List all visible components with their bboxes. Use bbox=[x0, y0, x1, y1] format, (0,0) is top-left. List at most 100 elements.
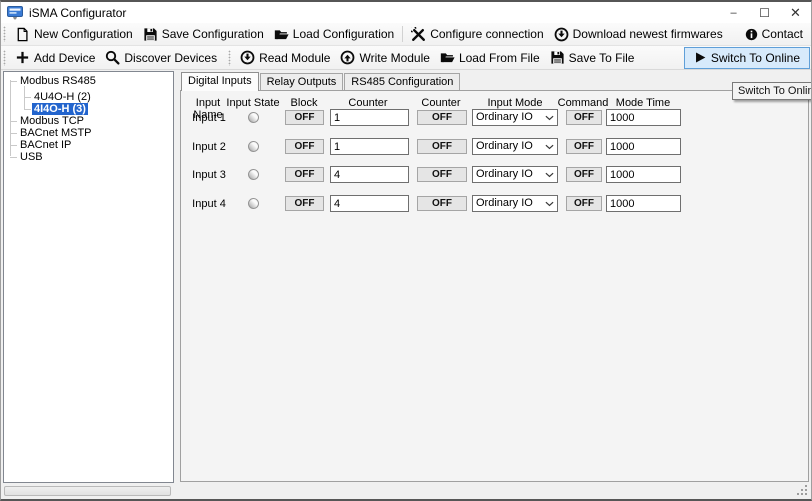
save-icon bbox=[143, 27, 158, 42]
block-input-toggle-button[interactable]: OFF bbox=[285, 167, 324, 182]
input-name-label: Input 2 bbox=[183, 137, 235, 157]
tab-relay-outputs[interactable]: Relay Outputs bbox=[260, 73, 344, 90]
tab-strip: Digital Inputs Relay Outputs RS485 Confi… bbox=[180, 71, 809, 90]
input-row-2: Input 2 OFF OFF Ordinary IO OFF bbox=[181, 137, 808, 157]
tab-rs485-configuration[interactable]: RS485 Configuration bbox=[344, 73, 460, 90]
switch-to-online-button[interactable]: Switch To Online bbox=[684, 47, 810, 69]
new-configuration-button[interactable]: New Configuration bbox=[10, 24, 138, 44]
chevron-down-icon bbox=[545, 172, 554, 178]
download-firmwares-label: Download newest firmwares bbox=[573, 27, 723, 41]
status-bar bbox=[1, 485, 811, 498]
add-device-label: Add Device bbox=[34, 51, 95, 65]
mode-time-input[interactable] bbox=[606, 195, 681, 212]
counter-reset-button[interactable]: OFF bbox=[417, 167, 467, 182]
load-from-file-label: Load From File bbox=[459, 51, 540, 65]
configure-connection-button[interactable]: Configure connection bbox=[406, 24, 548, 44]
close-button[interactable]: ✕ bbox=[780, 2, 811, 23]
toolbar-separator bbox=[402, 26, 403, 42]
download-circle-icon bbox=[240, 50, 255, 65]
block-input-toggle-button[interactable]: OFF bbox=[285, 139, 324, 154]
tree-item-usb[interactable]: USB bbox=[4, 150, 173, 163]
write-module-button[interactable]: Write Module bbox=[335, 48, 434, 68]
window-controls: – ☐ ✕ bbox=[718, 2, 811, 23]
command-button[interactable]: OFF bbox=[566, 167, 602, 182]
toolbar-grip[interactable] bbox=[3, 50, 6, 66]
contact-button[interactable]: Contact bbox=[740, 24, 808, 44]
window-title: iSMA Configurator bbox=[29, 6, 126, 20]
chevron-down-icon bbox=[545, 144, 554, 150]
main-area: Modbus RS485 4U4O-H (2) 4I4O-H (3) Modbu… bbox=[1, 70, 811, 485]
counter-reset-button[interactable]: OFF bbox=[417, 110, 467, 125]
input-state-led bbox=[248, 112, 259, 123]
counter-input[interactable] bbox=[330, 195, 409, 212]
status-progress-bar bbox=[4, 486, 171, 496]
discover-devices-button[interactable]: Discover Devices bbox=[100, 48, 222, 68]
counter-input[interactable] bbox=[330, 166, 409, 183]
input-row-3: Input 3 OFF OFF Ordinary IO OFF bbox=[181, 165, 808, 185]
load-from-file-button[interactable]: Load From File bbox=[435, 48, 545, 68]
title-bar: iSMA Configurator – ☐ ✕ bbox=[1, 2, 811, 23]
block-input-toggle-button[interactable]: OFF bbox=[285, 110, 324, 125]
read-module-button[interactable]: Read Module bbox=[235, 48, 335, 68]
read-module-label: Read Module bbox=[259, 51, 330, 65]
load-configuration-label: Load Configuration bbox=[293, 27, 394, 41]
tab-digital-inputs[interactable]: Digital Inputs bbox=[181, 72, 259, 91]
command-button[interactable]: OFF bbox=[566, 110, 602, 125]
input-mode-select[interactable]: Ordinary IO bbox=[472, 138, 558, 155]
device-tree-panel: Modbus RS485 4U4O-H (2) 4I4O-H (3) Modbu… bbox=[3, 71, 174, 483]
input-name-label: Input 1 bbox=[183, 108, 235, 128]
save-icon bbox=[550, 50, 565, 65]
module-tab-control: Digital Inputs Relay Outputs RS485 Confi… bbox=[180, 71, 809, 482]
configure-connection-label: Configure connection bbox=[430, 27, 543, 41]
input-mode-select[interactable]: Ordinary IO bbox=[472, 195, 558, 212]
maximize-button[interactable]: ☐ bbox=[749, 2, 780, 23]
switch-to-online-tooltip: Switch To Online bbox=[732, 82, 812, 100]
device-toolbar: Add Device Discover Devices Read Module … bbox=[1, 46, 811, 70]
chevron-down-icon bbox=[545, 115, 554, 121]
counter-input[interactable] bbox=[330, 109, 409, 126]
load-configuration-button[interactable]: Load Configuration bbox=[269, 24, 399, 44]
mode-time-input[interactable] bbox=[606, 138, 681, 155]
block-input-toggle-button[interactable]: OFF bbox=[285, 196, 324, 211]
save-configuration-label: Save Configuration bbox=[162, 27, 264, 41]
command-button[interactable]: OFF bbox=[566, 139, 602, 154]
command-button[interactable]: OFF bbox=[566, 196, 602, 211]
input-mode-select[interactable]: Ordinary IO bbox=[472, 109, 558, 126]
mode-time-input[interactable] bbox=[606, 109, 681, 126]
chevron-down-icon bbox=[545, 201, 554, 207]
info-circle-icon bbox=[745, 28, 758, 41]
app-icon bbox=[7, 6, 23, 20]
input-mode-select[interactable]: Ordinary IO bbox=[472, 166, 558, 183]
write-module-label: Write Module bbox=[359, 51, 429, 65]
new-configuration-label: New Configuration bbox=[34, 27, 133, 41]
minimize-button[interactable]: – bbox=[718, 2, 749, 23]
input-state-led bbox=[248, 198, 259, 209]
input-state-led bbox=[248, 169, 259, 180]
search-icon bbox=[105, 50, 120, 65]
counter-reset-button[interactable]: OFF bbox=[417, 196, 467, 211]
resize-grip[interactable] bbox=[797, 485, 799, 487]
toolbar-grip[interactable] bbox=[228, 50, 231, 66]
save-to-file-button[interactable]: Save To File bbox=[545, 48, 640, 68]
tools-icon bbox=[411, 27, 426, 42]
input-row-1: Input 1 OFF OFF Ordinary IO OFF bbox=[181, 108, 808, 128]
app-window: iSMA Configurator – ☐ ✕ New Configuratio… bbox=[0, 0, 812, 501]
toolbar-grip[interactable] bbox=[3, 26, 6, 42]
add-device-button[interactable]: Add Device bbox=[10, 48, 100, 68]
switch-to-online-label: Switch To Online bbox=[711, 51, 800, 65]
counter-input[interactable] bbox=[330, 138, 409, 155]
mode-time-input[interactable] bbox=[606, 166, 681, 183]
plus-icon bbox=[15, 50, 30, 65]
input-state-led bbox=[248, 141, 259, 152]
download-circle-icon bbox=[554, 27, 569, 42]
open-folder-icon bbox=[274, 27, 289, 42]
main-toolbar: New Configuration Save Configuration Loa… bbox=[1, 23, 811, 46]
input-row-4: Input 4 OFF OFF Ordinary IO OFF bbox=[181, 194, 808, 214]
counter-reset-button[interactable]: OFF bbox=[417, 139, 467, 154]
upload-circle-icon bbox=[340, 50, 355, 65]
tree-item-modbus-rs485[interactable]: Modbus RS485 bbox=[4, 74, 173, 87]
contact-label: Contact bbox=[762, 27, 803, 41]
download-firmwares-button[interactable]: Download newest firmwares bbox=[549, 24, 728, 44]
input-name-label: Input 4 bbox=[183, 194, 235, 214]
save-configuration-button[interactable]: Save Configuration bbox=[138, 24, 269, 44]
